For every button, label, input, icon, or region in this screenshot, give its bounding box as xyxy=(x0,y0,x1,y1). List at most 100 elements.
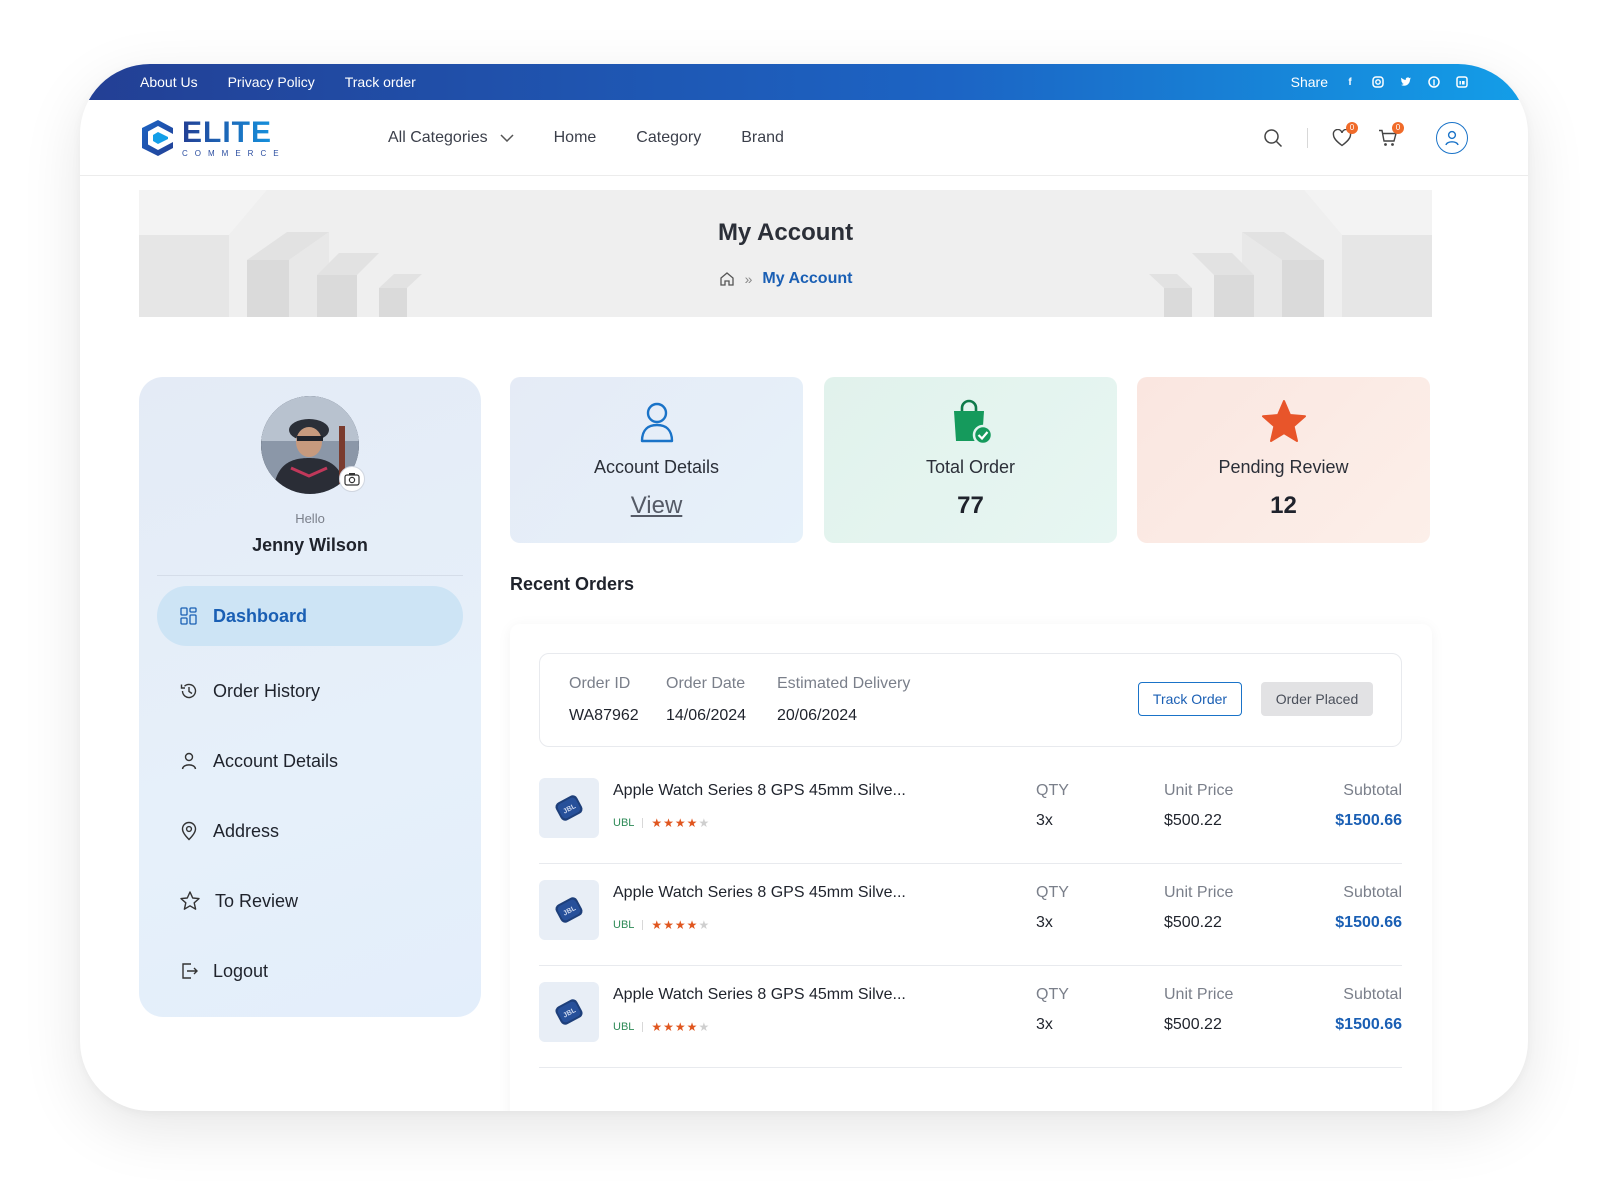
pinterest-icon[interactable] xyxy=(1428,76,1440,88)
sidebar-item-label: Account Details xyxy=(213,750,339,771)
cart-button[interactable]: 0 xyxy=(1376,121,1404,150)
twitter-icon[interactable] xyxy=(1400,76,1412,88)
linkedin-icon[interactable] xyxy=(1456,76,1468,88)
breadcrumb-separator-icon: » xyxy=(744,271,753,287)
wishlist-count-badge: 0 xyxy=(1346,121,1358,134)
order-date-value: 14/06/2024 xyxy=(666,707,747,724)
product-meta: UBL ★★★★★ xyxy=(613,816,710,830)
profile-avatar xyxy=(261,396,365,494)
page-title: My Account xyxy=(717,219,854,246)
order-item-row[interactable]: JBL Apple Watch Series 8 GPS 45mm Silve..… xyxy=(539,966,1402,1068)
facebook-icon[interactable]: f xyxy=(1344,76,1356,88)
estimated-delivery-label: Estimated Delivery xyxy=(777,675,911,692)
qty-column: QTY 3x xyxy=(1036,986,1069,1034)
qty-value: 3x xyxy=(1036,914,1053,931)
speaker-product-image: JBL xyxy=(555,897,583,923)
order-item-row[interactable]: JBL Apple Watch Series 8 GPS 45mm Silve..… xyxy=(539,864,1402,966)
qty-label: QTY xyxy=(1036,986,1069,1003)
logout-icon xyxy=(182,963,198,979)
chevron-down-icon xyxy=(500,133,514,142)
unit-price-label: Unit Price xyxy=(1164,986,1234,1003)
wishlist-button[interactable]: 0 xyxy=(1330,121,1358,150)
nav-category[interactable]: Category xyxy=(636,129,701,147)
unit-price-value: $500.22 xyxy=(1164,914,1222,931)
pending-review-card: Pending Review 12 xyxy=(1137,377,1430,543)
user-icon xyxy=(640,402,673,443)
rating-stars: ★★★★★ xyxy=(651,1020,711,1034)
unit-price-value: $500.22 xyxy=(1164,1016,1222,1033)
order-summary: Order ID WA87962 Order Date 14/06/2024 E… xyxy=(539,653,1402,747)
home-icon[interactable] xyxy=(719,271,735,287)
qty-value: 3x xyxy=(1036,812,1053,829)
rating-stars: ★★★★★ xyxy=(651,816,711,830)
instagram-icon[interactable] xyxy=(1372,76,1384,88)
sidebar-item-label: Logout xyxy=(213,960,269,981)
search-icon xyxy=(1264,128,1283,147)
unit-price-value: $500.22 xyxy=(1164,812,1222,829)
header-divider xyxy=(1307,127,1308,148)
product-name[interactable]: Apple Watch Series 8 GPS 45mm Silve... xyxy=(613,986,906,1004)
product-meta: UBL ★★★★★ xyxy=(613,1020,710,1034)
product-meta: UBL ★★★★★ xyxy=(613,918,710,932)
location-icon xyxy=(181,821,197,841)
product-name[interactable]: Apple Watch Series 8 GPS 45mm Silve... xyxy=(613,884,906,902)
history-icon xyxy=(180,683,197,699)
sidebar-item-address[interactable]: Address xyxy=(157,796,463,866)
unit-price-label: Unit Price xyxy=(1164,782,1234,799)
order-date-label: Order Date xyxy=(666,675,746,692)
order-status-badge: Order Placed xyxy=(1261,682,1373,716)
product-brand: UBL xyxy=(613,919,635,931)
product-brand: UBL xyxy=(613,1021,635,1033)
sidebar-item-label: Order History xyxy=(213,680,321,701)
product-thumbnail[interactable]: JBL xyxy=(539,778,599,838)
sidebar-item-label: Dashboard xyxy=(213,605,308,626)
page-hero-banner: My Account » My Account xyxy=(139,190,1432,317)
account-details-card[interactable]: Account Details View xyxy=(510,377,803,543)
view-account-link[interactable]: View xyxy=(631,492,683,520)
page-frame: About Us Privacy Policy Track order Shar… xyxy=(80,64,1528,1111)
privacy-policy-link[interactable]: Privacy Policy xyxy=(228,74,315,90)
logo-mark-icon xyxy=(142,119,173,156)
nav-home[interactable]: Home xyxy=(554,129,597,147)
total-order-card: Total Order 77 xyxy=(824,377,1117,543)
sidebar-item-to-review[interactable]: To Review xyxy=(157,866,463,936)
order-date-column: Order Date 14/06/2024 xyxy=(666,675,746,725)
sidebar-item-order-history[interactable]: Order History xyxy=(157,656,463,726)
profile-name: Jenny Wilson xyxy=(252,535,368,555)
sidebar-item-account-details[interactable]: Account Details xyxy=(157,726,463,796)
all-categories-dropdown[interactable]: All Categories xyxy=(388,129,514,147)
meta-divider xyxy=(642,818,644,828)
track-order-link[interactable]: Track order xyxy=(345,74,416,90)
product-name[interactable]: Apple Watch Series 8 GPS 45mm Silve... xyxy=(613,782,906,800)
sidebar-item-dashboard[interactable]: Dashboard xyxy=(157,586,463,646)
order-item-row[interactable]: JBL Apple Watch Series 8 GPS 45mm Silve..… xyxy=(539,762,1402,864)
order-id-value: WA87962 xyxy=(569,707,639,724)
product-thumbnail[interactable]: JBL xyxy=(539,982,599,1042)
about-us-link[interactable]: About Us xyxy=(140,74,198,90)
user-icon xyxy=(1445,130,1459,145)
subtotal-value: $1500.66 xyxy=(1335,812,1402,829)
utility-links: About Us Privacy Policy Track order xyxy=(140,74,416,90)
meta-divider xyxy=(642,1022,644,1032)
nav-brand[interactable]: Brand xyxy=(741,129,784,147)
profile-greeting: Hello xyxy=(295,511,325,526)
breadcrumb: » My Account xyxy=(139,270,1432,288)
rating-stars: ★★★★★ xyxy=(651,918,711,932)
search-button[interactable] xyxy=(1261,126,1285,150)
share-label: Share xyxy=(1290,74,1328,90)
estimated-delivery-column: Estimated Delivery 20/06/2024 xyxy=(777,675,910,725)
meta-divider xyxy=(642,920,644,930)
logo-main-text: ELITE xyxy=(182,117,286,148)
estimated-delivery-value: 20/06/2024 xyxy=(777,707,858,724)
account-sidebar: Hello Jenny Wilson Dashboard Order Histo… xyxy=(139,377,481,1017)
top-utility-bar: About Us Privacy Policy Track order Shar… xyxy=(80,64,1528,100)
order-id-column: Order ID WA87962 xyxy=(569,675,639,725)
track-order-button[interactable]: Track Order xyxy=(1138,682,1242,716)
account-button[interactable] xyxy=(1436,121,1468,154)
sidebar-item-logout[interactable]: Logout xyxy=(157,936,463,1006)
site-logo[interactable]: ELITE COMMERCE xyxy=(140,117,332,158)
unit-price-column: Unit Price $500.22 xyxy=(1164,782,1233,830)
unit-price-label: Unit Price xyxy=(1164,884,1234,901)
change-photo-button[interactable] xyxy=(339,466,365,492)
product-thumbnail[interactable]: JBL xyxy=(539,880,599,940)
